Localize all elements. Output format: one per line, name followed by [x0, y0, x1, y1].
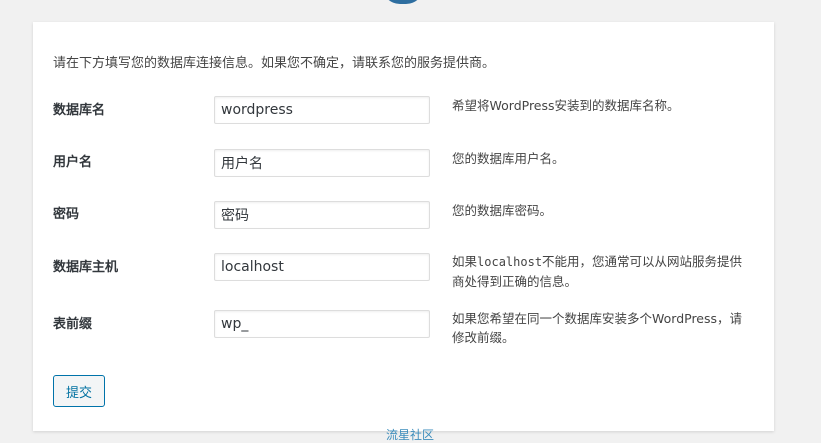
dbhost-help-pre: 如果 [452, 254, 478, 269]
submit-button[interactable]: 提交 [53, 375, 105, 407]
username-label: 用户名 [53, 155, 93, 170]
dbname-label: 数据库名 [53, 103, 106, 118]
dbhost-input[interactable] [214, 253, 430, 281]
prefix-help: 如果您希望在同一个数据库安装多个WordPress，请修改前缀。 [452, 311, 743, 345]
dbname-help: 希望将WordPress安装到的数据库名称。 [452, 98, 680, 113]
dbhost-label: 数据库主机 [53, 260, 119, 275]
username-help: 您的数据库用户名。 [452, 151, 565, 166]
username-input[interactable] [214, 149, 430, 177]
wordpress-logo-icon [382, 0, 424, 4]
prefix-label: 表前缀 [53, 317, 93, 332]
dbhost-help: 如果localhost不能用，您通常可以从网站服务提供商处得到正确的信息。 [452, 252, 752, 291]
intro-text: 请在下方填写您的数据库连接信息。如果您不确定，请联系您的服务提供商。 [53, 56, 496, 71]
localhost-code: localhost [477, 255, 543, 269]
password-help: 您的数据库密码。 [452, 203, 553, 218]
footer-community-link[interactable]: 流星社区 [386, 426, 434, 443]
setup-config-card: 请在下方填写您的数据库连接信息。如果您不确定，请联系您的服务提供商。 数据库名 … [33, 22, 774, 431]
dbname-input[interactable] [214, 96, 430, 124]
password-label: 密码 [53, 207, 80, 222]
password-input[interactable] [214, 201, 430, 229]
prefix-input[interactable] [214, 310, 430, 338]
